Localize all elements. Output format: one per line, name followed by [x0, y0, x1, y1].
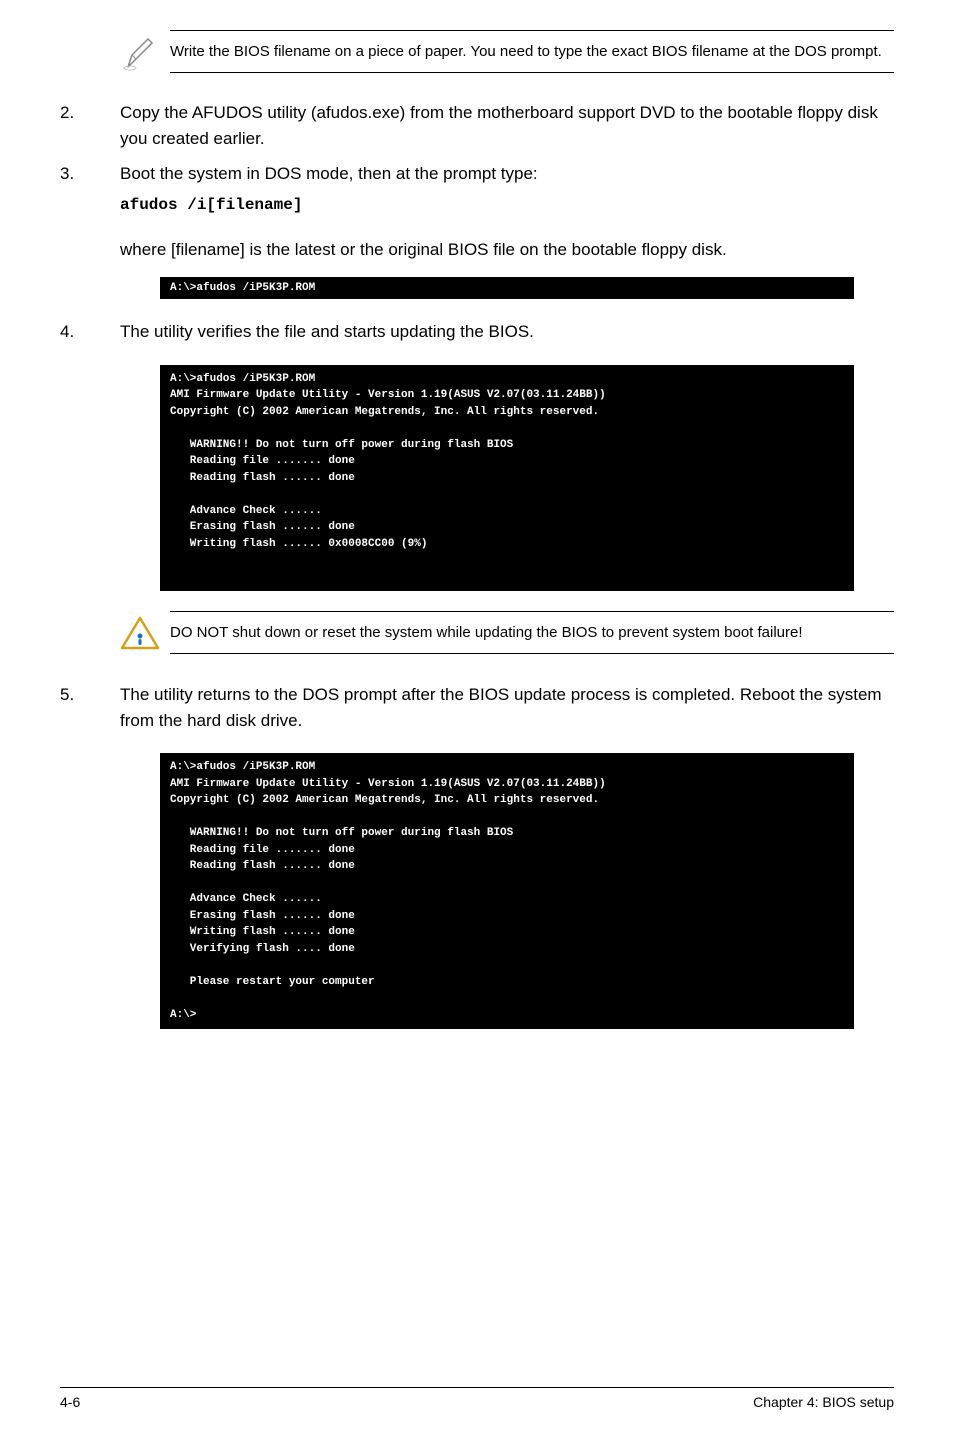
step-3-text-line: Boot the system in DOS mode, then at the…	[120, 164, 538, 183]
note-text-1: Write the BIOS filename on a piece of pa…	[170, 30, 894, 73]
pencil-icon	[120, 30, 170, 80]
terminal-block-2: A:\>afudos /iP5K3P.ROM AMI Firmware Upda…	[160, 365, 854, 592]
step-2-number: 2.	[60, 100, 120, 151]
footer-chapter: Chapter 4: BIOS setup	[753, 1394, 894, 1410]
step-3-text: Boot the system in DOS mode, then at the…	[120, 161, 894, 217]
page-footer: 4-6 Chapter 4: BIOS setup	[60, 1387, 894, 1410]
step-5-number: 5.	[60, 682, 120, 733]
step-3: 3. Boot the system in DOS mode, then at …	[60, 161, 894, 217]
step-5-text: The utility returns to the DOS prompt af…	[120, 682, 894, 733]
step-2: 2. Copy the AFUDOS utility (afudos.exe) …	[60, 100, 894, 151]
warning-text-1: DO NOT shut down or reset the system whi…	[170, 611, 894, 654]
step-3-number: 3.	[60, 161, 120, 217]
step-3-subtext: where [filename] is the latest or the or…	[120, 237, 894, 263]
terminal-block-3: A:\>afudos /iP5K3P.ROM AMI Firmware Upda…	[160, 753, 854, 1029]
step-4-number: 4.	[60, 319, 120, 345]
terminal-block-1: A:\>afudos /iP5K3P.ROM	[160, 277, 854, 299]
step-2-text: Copy the AFUDOS utility (afudos.exe) fro…	[120, 100, 894, 151]
warning-box-1: DO NOT shut down or reset the system whi…	[120, 611, 894, 657]
note-box-1: Write the BIOS filename on a piece of pa…	[120, 30, 894, 80]
step-4-text: The utility verifies the file and starts…	[120, 319, 894, 345]
step-4: 4. The utility verifies the file and sta…	[60, 319, 894, 345]
step-3-code: afudos /i[filename]	[120, 193, 894, 217]
step-5: 5. The utility returns to the DOS prompt…	[60, 682, 894, 733]
footer-page-number: 4-6	[60, 1394, 80, 1410]
warning-triangle-icon	[120, 611, 170, 657]
